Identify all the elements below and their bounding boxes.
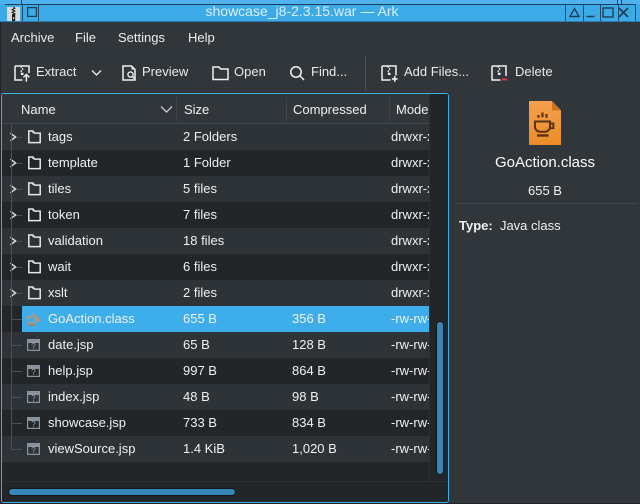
svg-text:?: ? xyxy=(31,368,36,377)
svg-text:?: ? xyxy=(31,446,36,455)
svg-text:?: ? xyxy=(31,394,36,403)
svg-text:?: ? xyxy=(31,342,36,351)
svg-text:?: ? xyxy=(31,420,36,429)
